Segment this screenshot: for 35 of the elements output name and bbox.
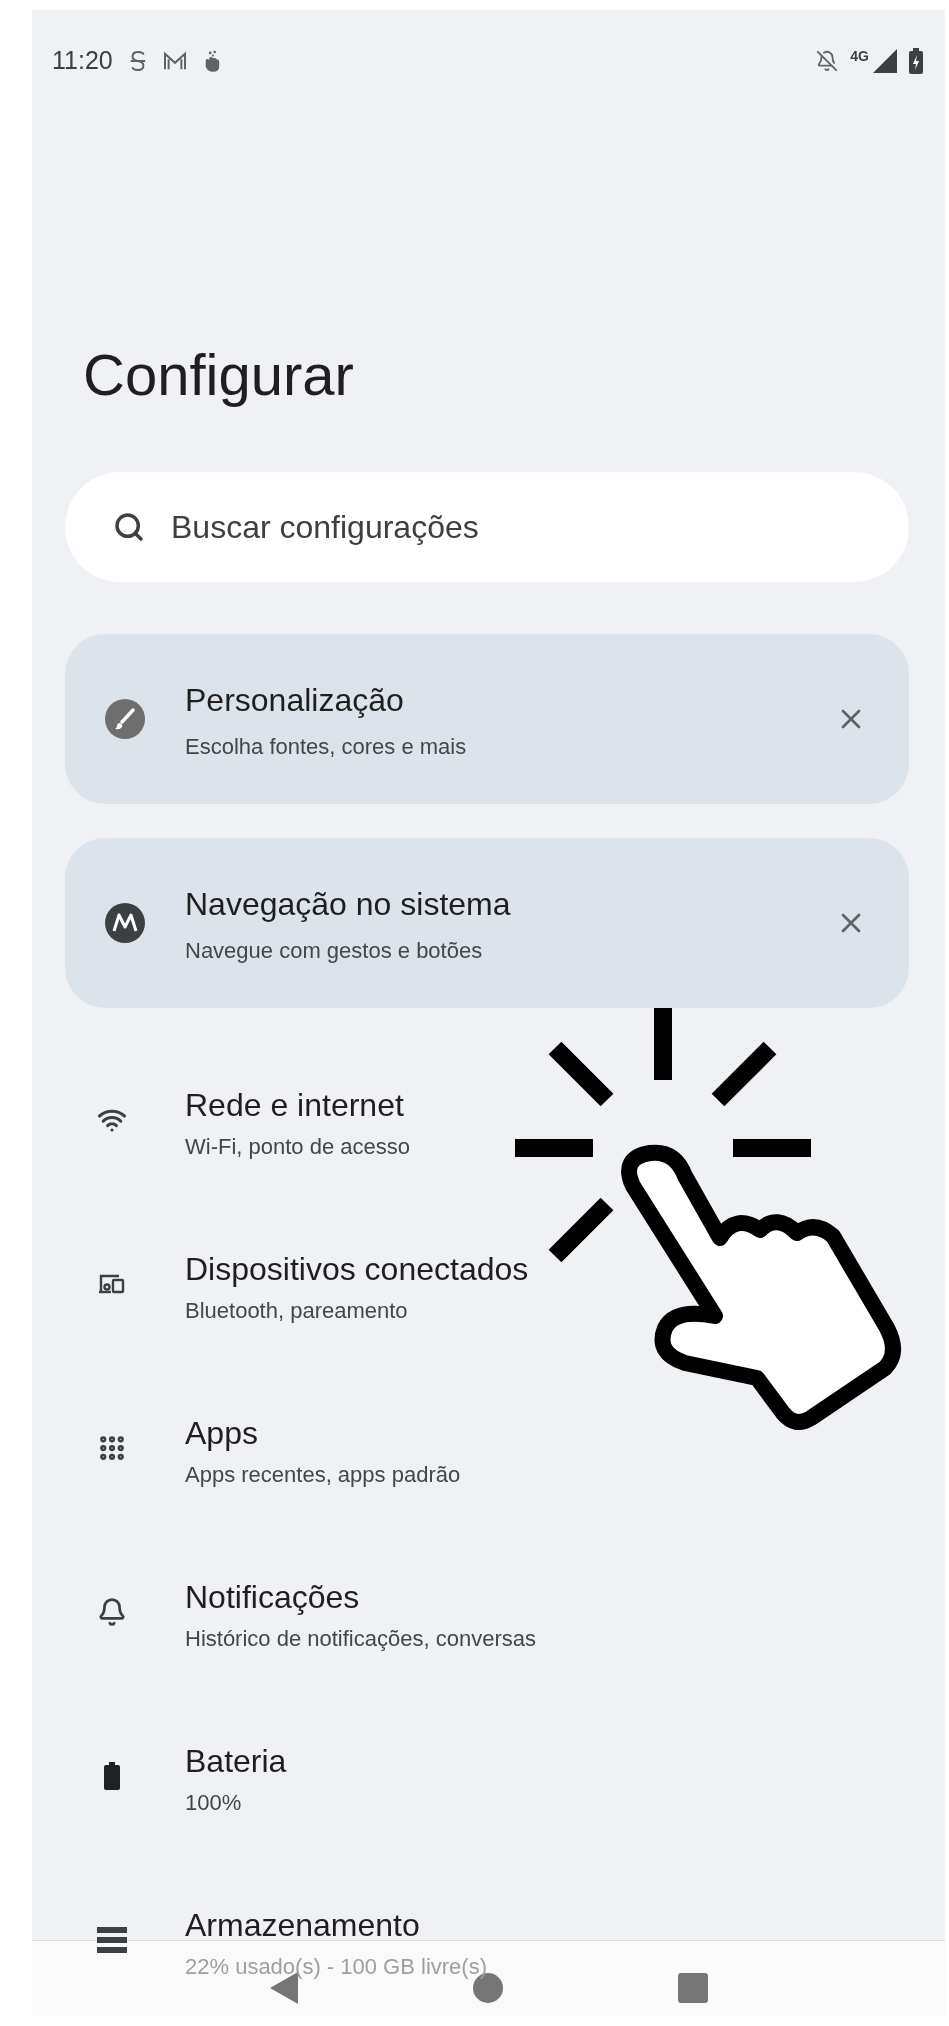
devices-icon bbox=[96, 1272, 127, 1296]
storage-icon bbox=[96, 1927, 127, 1953]
page-title: Configurar bbox=[83, 343, 355, 407]
s-app-icon bbox=[128, 50, 147, 72]
battery-charging-icon bbox=[909, 48, 923, 74]
recents-icon[interactable] bbox=[677, 1972, 708, 2003]
item-subtitle: 100% bbox=[185, 1791, 243, 1815]
notification-bell-icon bbox=[96, 1597, 127, 1627]
item-title: Dispositivos conectados bbox=[185, 1250, 529, 1289]
battery-icon bbox=[103, 1762, 120, 1790]
item-subtitle: Apps recentes, apps padrão bbox=[185, 1463, 461, 1487]
item-title: Notificações bbox=[185, 1578, 361, 1617]
item-subtitle: Bluetooth, pareamento bbox=[185, 1299, 409, 1323]
bell-muted-icon bbox=[816, 50, 839, 72]
item-subtitle: Histórico de notificações, conversas bbox=[185, 1627, 536, 1651]
paintbrush-icon bbox=[105, 699, 145, 739]
network-type: 4G bbox=[850, 46, 869, 66]
suggestion-title: Personalização bbox=[185, 680, 405, 720]
search-icon bbox=[113, 511, 145, 543]
suggestion-subtitle: Escolha fontes, cores e mais bbox=[185, 732, 468, 761]
status-time: 11:20 bbox=[52, 45, 113, 77]
suggestion-subtitle: Navegue com gestos e botões bbox=[185, 936, 484, 965]
search-field[interactable]: Buscar configurações bbox=[65, 472, 909, 582]
item-title: Bateria bbox=[185, 1742, 287, 1781]
item-title: Armazenamento bbox=[185, 1906, 421, 1945]
suggestion-card[interactable]: Navegação no sistema Navegue com gestos e botões bbox=[65, 838, 909, 1008]
logo-icon bbox=[105, 903, 145, 943]
item-title: Rede e internet bbox=[185, 1086, 405, 1125]
item-subtitle: 22% usado(s) - 100 GB livre(s) bbox=[185, 1955, 487, 1979]
item-title: Apps bbox=[185, 1414, 259, 1453]
suggestion-card[interactable]: Personalização Escolha fontes, cores e mais bbox=[65, 634, 909, 804]
suggestion-title: Navegação no sistema bbox=[185, 884, 512, 924]
signal-icon bbox=[873, 49, 897, 73]
item-subtitle: Wi-Fi, ponto de acesso bbox=[185, 1135, 410, 1159]
mail-icon bbox=[162, 51, 187, 71]
